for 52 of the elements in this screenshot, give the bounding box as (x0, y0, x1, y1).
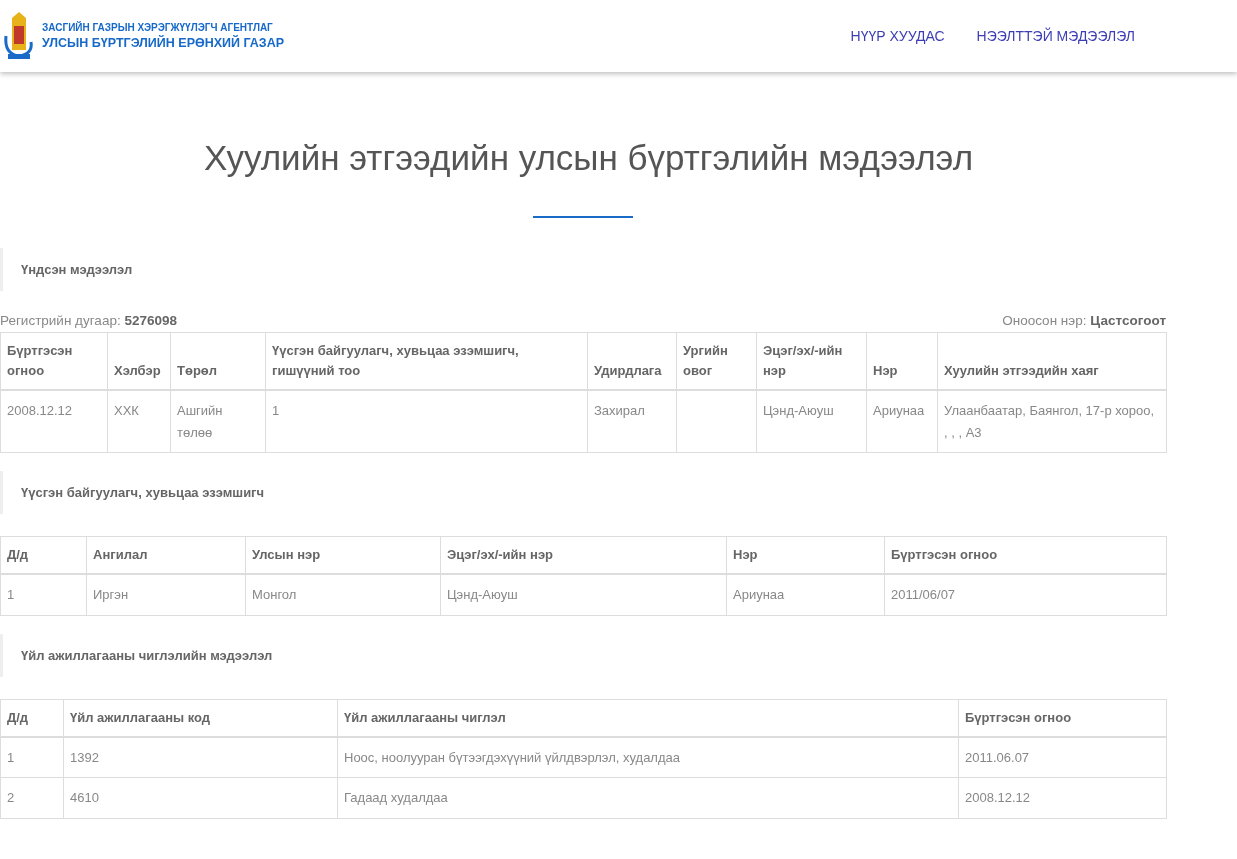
column-header: Үйл ажиллагааны код (63, 699, 338, 737)
table-cell: 4610 (63, 777, 338, 819)
emblem-logo (2, 12, 36, 60)
registration-number: Регистрийн дугаар: 5276098 (0, 313, 177, 328)
column-header: Нэр (726, 536, 885, 575)
column-header: Эцэг/эх/-ийн нэр (440, 536, 727, 575)
agency-name: УЛСЫН БҮРТГЭЛИЙН ЕРӨНХИЙ ГАЗАР (42, 36, 285, 50)
table-cell: 1 (0, 736, 64, 778)
column-header: Төрөл (170, 332, 266, 391)
table-cell: 2011/06/07 (884, 574, 1167, 616)
nav-link[interactable]: НЭЭЛТТЭЙ МЭДЭЭЛЭЛ (976, 28, 1135, 44)
column-header: Бүртгэсэн огноо (884, 536, 1167, 575)
column-header: Бүртгэсэн огноо (0, 332, 108, 391)
page-title: Хуулийн этгээдийн улсын бүртгэлийн мэдээлэл (202, 138, 975, 178)
column-header: Үүсгэн байгуулагч, хувьцаа эзэмшигч, гишүүний тоо (265, 332, 588, 391)
table-cell: 2008.12.12 (0, 390, 108, 453)
table-cell: Улаанбаатар, Баянгол, 17-р хороо, , , , А3 (937, 390, 1167, 453)
column-header: Хэлбэр (107, 332, 171, 391)
table-cell: Ариунаа (726, 574, 885, 616)
table-cell: 2008.12.12 (958, 777, 1167, 819)
section-heading: Үйл ажиллагааны чиглэлийн мэдээлэл (0, 633, 1166, 677)
table-cell: Монгол (245, 574, 441, 616)
section-heading: Үндсэн мэдээлэл (0, 248, 1166, 291)
company-name: Оноосон нэр: Цастсогоот (1002, 313, 1166, 328)
table-cell: 2 (0, 777, 64, 819)
table-cell: Ашгийн төлөө (170, 390, 266, 453)
table-cell: Иргэн (86, 574, 246, 616)
section-heading: Үүсгэн байгуулагч, хувьцаа эзэмшигч (0, 471, 1166, 515)
column-header: Бүртгэсэн огноо (958, 699, 1167, 737)
table-cell: Цэнд-Аюуш (756, 390, 867, 453)
column-header: Нэр (866, 332, 938, 391)
table-cell: ХХК (107, 390, 171, 453)
table-cell: Цэнд-Аюуш (440, 574, 727, 616)
table-cell: 2011.06.07 (958, 736, 1167, 778)
nav-link[interactable]: НҮҮР ХУУДАС (850, 28, 945, 44)
column-header: Ангилал (86, 536, 246, 575)
column-header: Үйл ажиллагааны чиглэл (337, 699, 959, 737)
table-cell: Гадаад худалдаа (337, 777, 959, 819)
column-header: Д/д (0, 536, 87, 575)
table-cell: 1392 (63, 736, 338, 778)
column-header: Ургийн овог (676, 332, 757, 391)
column-header: Хуулийн этгээдийн хаяг (937, 332, 1167, 391)
agency-subtitle: ЗАСГИЙН ГАЗРЫН ХЭРЭГЖҮҮЛЭГЧ АГЕНТЛАГ (42, 22, 274, 33)
column-header: Д/д (0, 699, 64, 737)
table-cell: Захирал (587, 390, 677, 453)
column-header: Удирдлага (587, 332, 677, 391)
column-header: Эцэг/эх/-ийн нэр (756, 332, 867, 391)
table-cell: Ариунаа (866, 390, 938, 453)
column-header: Улсын нэр (245, 536, 441, 575)
table-cell: 1 (265, 390, 588, 453)
table-cell: 1 (0, 574, 87, 616)
table-cell: Ноос, ноолууран бүтээгдэхүүний үйлдвэрлэл, худалдаа (337, 736, 959, 778)
